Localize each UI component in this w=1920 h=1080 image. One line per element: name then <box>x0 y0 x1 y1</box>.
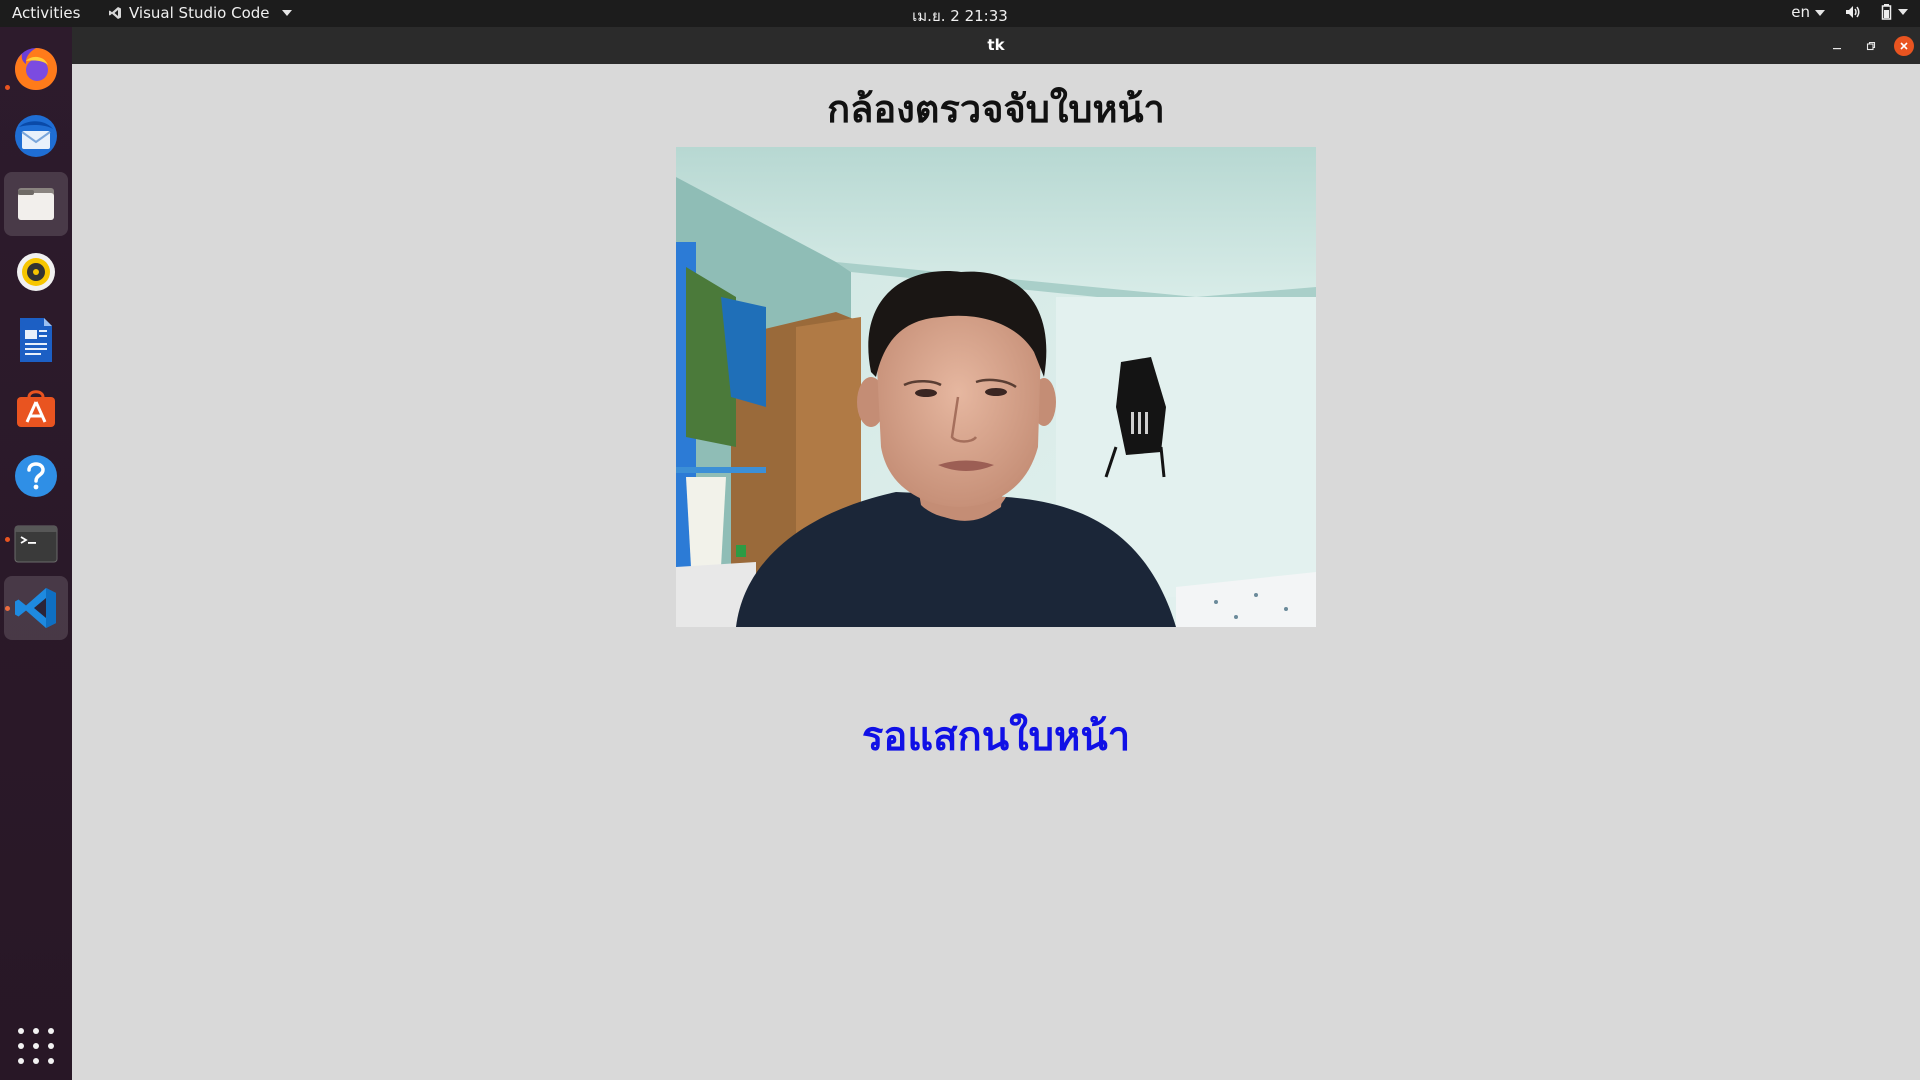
software-launcher[interactable] <box>4 376 68 440</box>
grid-dot <box>33 1028 39 1034</box>
top-bar: Activities Visual Studio Code เม.ย. 2 21… <box>0 0 1920 27</box>
rhythmbox-launcher[interactable] <box>4 240 68 304</box>
help-icon <box>15 455 57 497</box>
battery-icon <box>1881 4 1892 20</box>
help-launcher[interactable] <box>4 444 68 508</box>
page-title: กล้องตรวจจับใบหน้า <box>827 87 1165 131</box>
show-applications-button[interactable] <box>18 1028 54 1064</box>
shopping-bag-icon <box>17 390 55 427</box>
vscode-launcher[interactable] <box>4 576 68 640</box>
scan-status-text: รอแสกนใบหน้า <box>861 714 1131 760</box>
app-window: tk กล้องตรวจจับใบหน้า รอแสกนใบหน้า <box>72 27 1920 1080</box>
terminal-icon <box>14 525 58 563</box>
close-icon <box>1900 42 1908 50</box>
language-label: en <box>1791 3 1810 21</box>
restore-icon <box>1866 41 1876 51</box>
language-indicator[interactable]: en <box>1791 3 1825 21</box>
minimize-button[interactable] <box>1827 36 1847 56</box>
files-launcher[interactable] <box>4 172 68 236</box>
battery-menu[interactable] <box>1881 4 1908 20</box>
document-icon <box>20 318 52 362</box>
grid-dot <box>18 1043 24 1049</box>
dock <box>0 27 72 1080</box>
firefox-icon <box>15 48 57 90</box>
grid-dot <box>48 1058 54 1064</box>
camera-image <box>676 147 1316 627</box>
grid-dot <box>48 1043 54 1049</box>
grid-dot <box>18 1058 24 1064</box>
thunderbird-launcher[interactable] <box>4 104 68 168</box>
grid-dot <box>33 1058 39 1064</box>
maximize-button[interactable] <box>1861 36 1881 56</box>
minimize-icon <box>1833 48 1841 50</box>
grid-dot <box>48 1028 54 1034</box>
close-button[interactable] <box>1894 36 1914 56</box>
vscode-icon <box>15 588 56 628</box>
chevron-down-icon <box>1898 9 1908 15</box>
terminal-launcher[interactable] <box>4 512 68 576</box>
grid-dot <box>18 1028 24 1034</box>
thunderbird-icon <box>15 115 57 157</box>
firefox-launcher[interactable] <box>4 36 68 100</box>
clock[interactable]: เม.ย. 2 21:33 <box>0 4 1920 28</box>
window-titlebar[interactable]: tk <box>72 27 1920 64</box>
volume-icon[interactable] <box>1845 4 1861 20</box>
system-tray[interactable]: en <box>1791 3 1908 21</box>
folder-icon <box>18 188 54 220</box>
rhythmbox-icon <box>17 253 55 291</box>
camera-feed <box>676 147 1316 627</box>
window-title: tk <box>987 36 1005 54</box>
window-content: กล้องตรวจจับใบหน้า รอแสกนใบหน้า <box>72 64 1920 1080</box>
writer-launcher[interactable] <box>4 308 68 372</box>
chevron-down-icon <box>1815 9 1825 16</box>
grid-dot <box>33 1043 39 1049</box>
